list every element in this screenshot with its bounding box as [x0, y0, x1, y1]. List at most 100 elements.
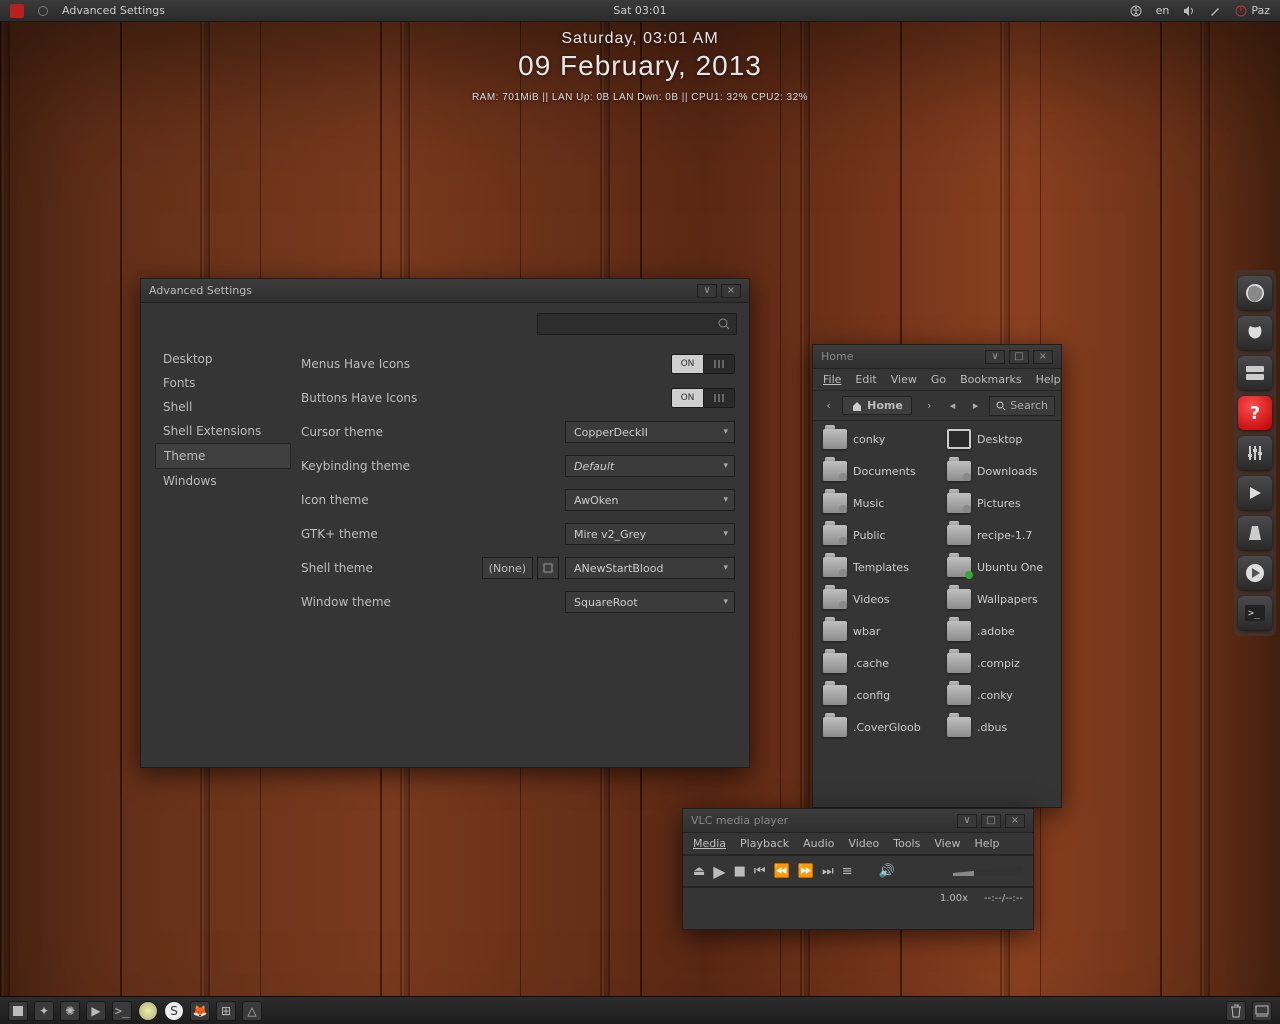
dock-gnome[interactable]	[1238, 316, 1272, 350]
window-theme-select[interactable]: SquareRoot▾	[565, 591, 735, 613]
minimize-button[interactable]: ∨	[697, 284, 717, 298]
folder-dbus[interactable]: .dbus	[947, 717, 1051, 737]
folder-conky2[interactable]: .conky	[947, 685, 1051, 705]
sidebar-item-theme[interactable]: Theme	[155, 443, 291, 469]
dock-terminal[interactable]: >_	[1238, 596, 1272, 630]
playlist-button[interactable]: ≡	[842, 864, 853, 879]
cursor-theme-select[interactable]: CopperDeckII▾	[565, 421, 735, 443]
menu-playback[interactable]: Playback	[740, 837, 789, 850]
vlc-speed[interactable]: 1.00x	[940, 893, 968, 904]
adv-search-input[interactable]	[537, 313, 737, 335]
minimize-button[interactable]: ∨	[957, 814, 977, 828]
folder-documents[interactable]: Documents	[823, 461, 927, 481]
folder-conky[interactable]: conky	[823, 429, 927, 449]
vlc-titlebar[interactable]: VLC media player ∨ □ ×	[683, 809, 1033, 833]
shell-theme-none-button[interactable]: (None)	[482, 557, 533, 579]
task-terminal[interactable]: >_	[112, 1001, 132, 1021]
sidebar-item-desktop[interactable]: Desktop	[155, 347, 291, 371]
task-play[interactable]: ▶	[86, 1001, 106, 1021]
folder-wbar[interactable]: wbar	[823, 621, 927, 641]
menu-tools[interactable]: Tools	[893, 837, 920, 850]
gtk-theme-select[interactable]: Mire v2_Grey▾	[565, 523, 735, 545]
activities-button[interactable]	[10, 4, 24, 18]
search-button[interactable]: Search	[989, 396, 1055, 416]
close-button[interactable]: ×	[721, 284, 741, 298]
folder-desktop[interactable]: Desktop	[947, 429, 1051, 449]
folder-music[interactable]: Music	[823, 493, 927, 513]
maximize-button[interactable]: □	[981, 814, 1001, 828]
sidebar-item-shell[interactable]: Shell	[155, 395, 291, 419]
task-swirl[interactable]: ✺	[60, 1001, 80, 1021]
user-menu[interactable]: Paz	[1235, 4, 1270, 17]
fm-titlebar[interactable]: Home ∨ □ ×	[813, 345, 1061, 369]
folder-config[interactable]: .config	[823, 685, 927, 705]
breadcrumb-home[interactable]: Home	[842, 396, 912, 415]
menu-view[interactable]: View	[891, 373, 917, 386]
folder-ubuntu-one[interactable]: Ubuntu One	[947, 557, 1051, 577]
buttons-icons-toggle[interactable]: ON	[671, 388, 735, 408]
volume-slider[interactable]	[953, 866, 1023, 876]
keybind-theme-select[interactable]: Default▾	[565, 455, 735, 477]
menu-audio[interactable]: Audio	[803, 837, 834, 850]
forward-button[interactable]: ⏩	[798, 864, 814, 879]
dock-media[interactable]	[1238, 556, 1272, 590]
sidebar-item-fonts[interactable]: Fonts	[155, 371, 291, 395]
sidebar-item-shell-extensions[interactable]: Shell Extensions	[155, 419, 291, 443]
folder-recipe[interactable]: recipe-1.7	[947, 525, 1051, 545]
folder-covergloob[interactable]: .CoverGloob	[823, 717, 927, 737]
task-skype[interactable]: S	[164, 1001, 184, 1021]
menu-help[interactable]: Help	[974, 837, 999, 850]
menu-go[interactable]: Go	[931, 373, 946, 386]
folder-wallpapers[interactable]: Wallpapers	[947, 589, 1051, 609]
task-firefox[interactable]: 🦊	[190, 1001, 210, 1021]
menu-video[interactable]: Video	[848, 837, 879, 850]
folder-pictures[interactable]: Pictures	[947, 493, 1051, 513]
task-grid[interactable]: ⊞	[216, 1001, 236, 1021]
folder-videos[interactable]: Videos	[823, 589, 927, 609]
nav-next-button[interactable]: ▸	[966, 396, 985, 416]
minimize-button[interactable]: ∨	[985, 350, 1005, 364]
shell-theme-browse-button[interactable]	[537, 557, 559, 579]
task-settings[interactable]: ✦	[34, 1001, 54, 1021]
folder-adobe[interactable]: .adobe	[947, 621, 1051, 641]
tray-trash[interactable]	[1226, 1001, 1246, 1021]
dock-vlc[interactable]	[1238, 516, 1272, 550]
play-button[interactable]: ▶	[713, 862, 725, 881]
adv-titlebar[interactable]: Advanced Settings ∨ ×	[141, 279, 749, 303]
eject-button[interactable]: ⏏	[693, 864, 705, 879]
fm-content[interactable]: conky Documents Music Public Templates V…	[813, 421, 1061, 807]
tray-desktop[interactable]	[1252, 1001, 1272, 1021]
folder-downloads[interactable]: Downloads	[947, 461, 1051, 481]
shell-theme-select[interactable]: ANewStartBlood▾	[565, 557, 735, 579]
task-menu[interactable]	[8, 1001, 28, 1021]
menu-bookmarks[interactable]: Bookmarks	[960, 373, 1021, 386]
menu-help[interactable]: Help	[1036, 373, 1061, 386]
dock-play[interactable]	[1238, 476, 1272, 510]
sidebar-item-windows[interactable]: Windows	[155, 469, 291, 493]
close-button[interactable]: ×	[1033, 350, 1053, 364]
icon-theme-select[interactable]: AwOken▾	[565, 489, 735, 511]
volume-icon[interactable]	[1183, 5, 1195, 17]
nav-prev-button[interactable]: ◂	[943, 396, 962, 416]
dock-firefox[interactable]	[1238, 276, 1272, 310]
next-track-button[interactable]: ⏭	[822, 864, 834, 879]
top-clock[interactable]: Sat 03:01	[613, 4, 666, 17]
folder-cache[interactable]: .cache	[823, 653, 927, 673]
menus-icons-toggle[interactable]: ON	[671, 354, 735, 374]
folder-public[interactable]: Public	[823, 525, 927, 545]
menu-view[interactable]: View	[934, 837, 960, 850]
dock-mixer[interactable]	[1238, 436, 1272, 470]
folder-compiz[interactable]: .compiz	[947, 653, 1051, 673]
close-button[interactable]: ×	[1005, 814, 1025, 828]
nav-back-button[interactable]: ‹	[819, 396, 838, 416]
keyboard-layout[interactable]: en	[1156, 4, 1170, 17]
menu-media[interactable]: Media	[693, 837, 726, 850]
menu-edit[interactable]: Edit	[855, 373, 876, 386]
folder-templates[interactable]: Templates	[823, 557, 927, 577]
nav-forward-button[interactable]: ›	[920, 396, 939, 416]
dock-files[interactable]	[1238, 356, 1272, 390]
maximize-button[interactable]: □	[1009, 350, 1029, 364]
prev-track-button[interactable]: ⏮	[754, 864, 766, 879]
a11y-icon[interactable]	[1130, 5, 1142, 17]
top-app-title[interactable]: Advanced Settings	[62, 4, 165, 17]
